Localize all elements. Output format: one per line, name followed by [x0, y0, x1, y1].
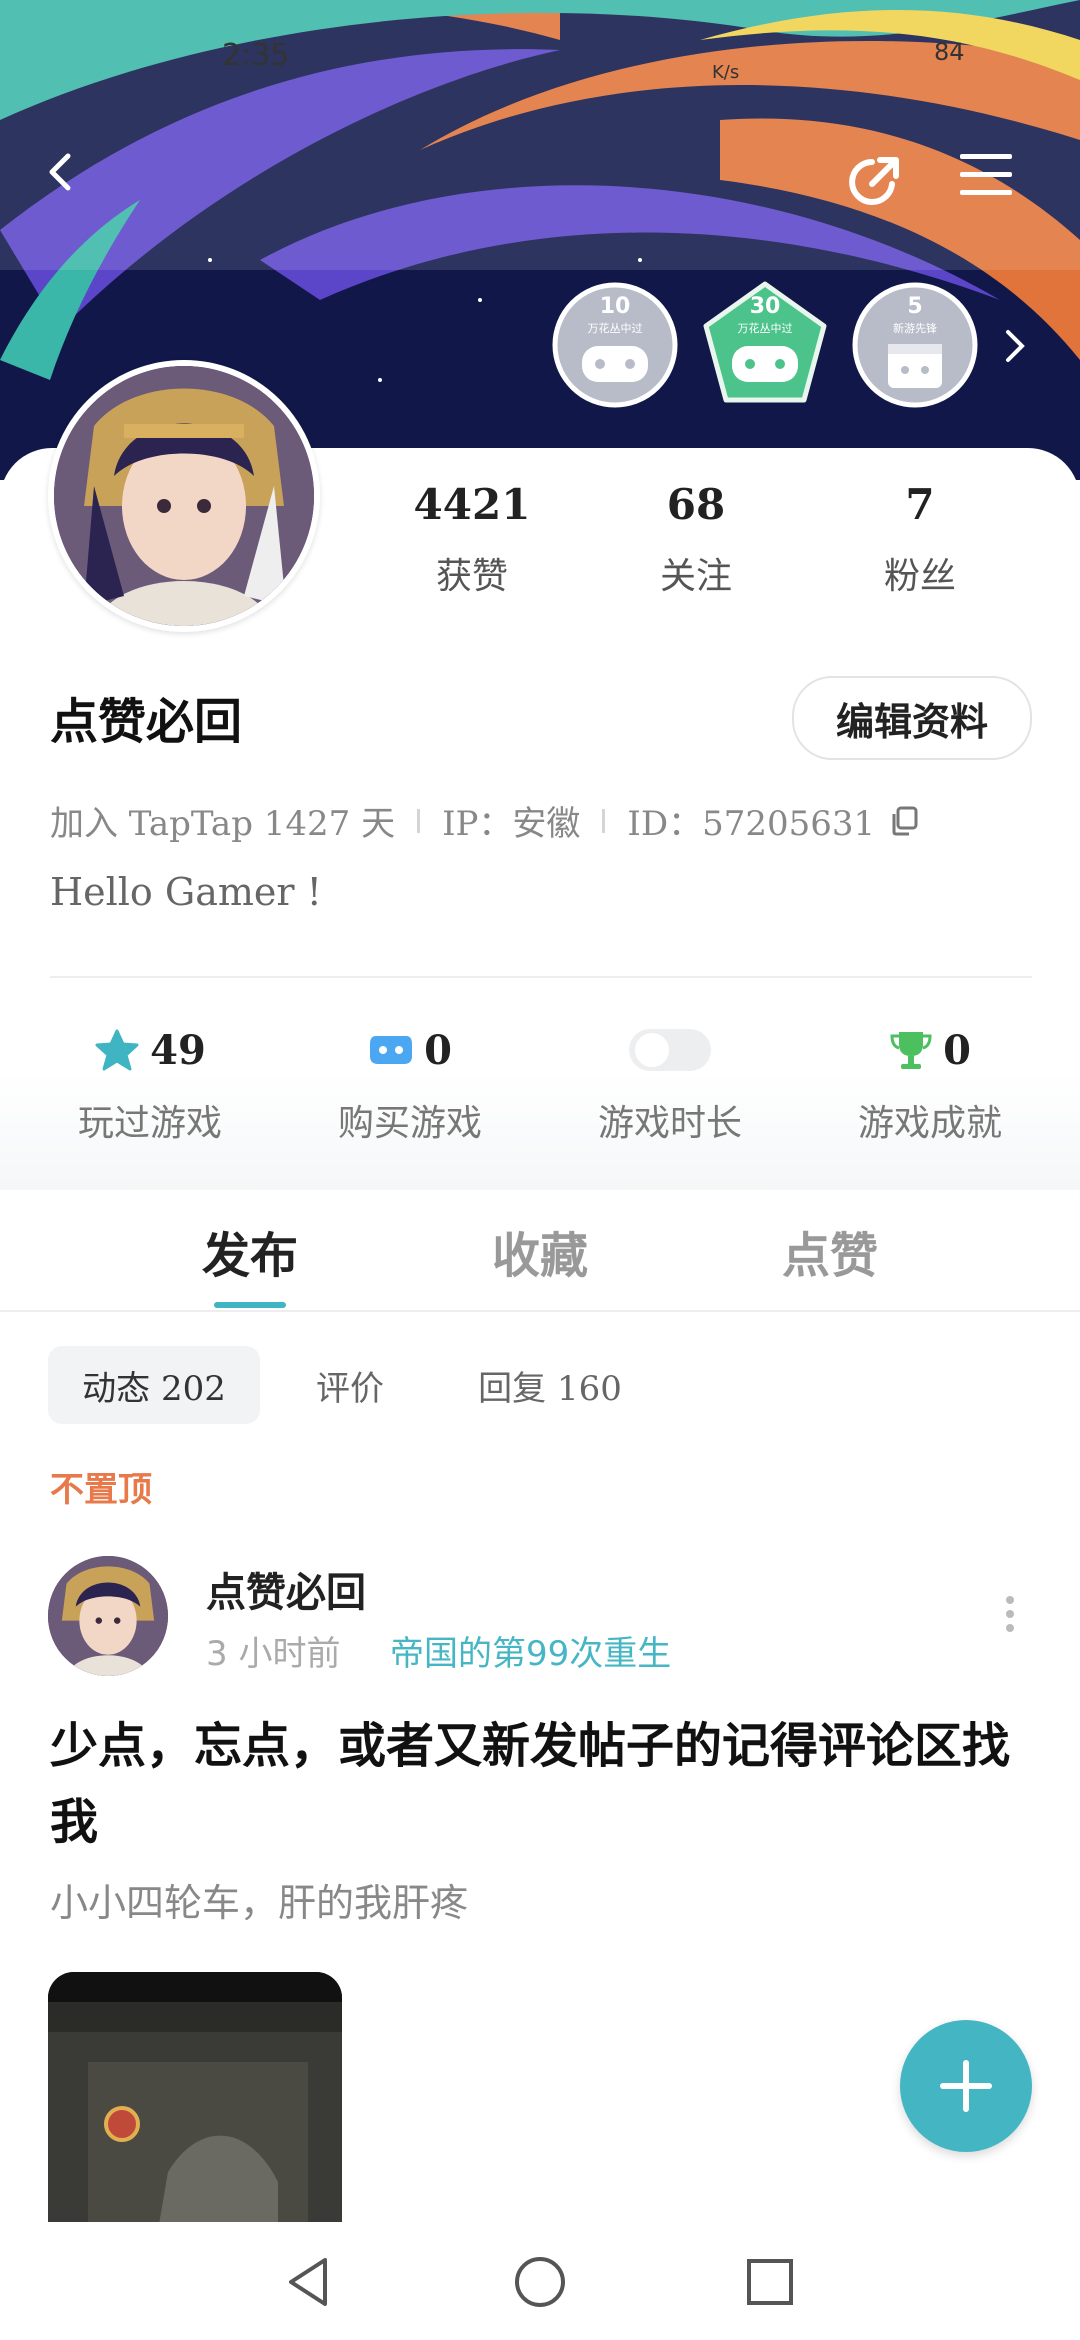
divider: [50, 976, 1032, 978]
badge-number: 10: [599, 294, 631, 319]
stat-value: 68: [666, 480, 726, 529]
badge-caption: 新游先锋: [893, 322, 937, 335]
post-author-name[interactable]: 点赞必回: [206, 1560, 366, 1618]
toggle-switch[interactable]: [627, 1025, 713, 1075]
status-time: 2:35: [222, 38, 290, 73]
nav-back-button[interactable]: [268, 2242, 348, 2322]
post-title[interactable]: 少点，忘点，或者又新发帖子的记得评论区找我: [50, 1708, 1030, 1860]
copy-icon: [892, 806, 918, 835]
achievement-badge-3[interactable]: 5 新游先锋: [850, 280, 980, 410]
nav-recents-button[interactable]: [730, 2242, 810, 2322]
badge-number: 30: [749, 294, 781, 319]
badge-number: 5: [907, 294, 923, 319]
stat-value: 49: [150, 1026, 206, 1074]
status-battery: 84: [934, 38, 965, 66]
games-bought-stat[interactable]: 0 购买游戏: [290, 1020, 530, 1146]
stat-following[interactable]: 68 关注: [596, 480, 796, 599]
stat-label: 粉丝: [883, 556, 956, 597]
tab-publish[interactable]: 发布: [140, 1216, 360, 1286]
badge-caption: 万花丛中过: [587, 322, 643, 335]
triangle-back-icon: [289, 2258, 327, 2306]
tab-likes[interactable]: 点赞: [720, 1216, 940, 1286]
post-image-thumbnail[interactable]: [48, 1972, 342, 2230]
divider: [0, 1310, 1080, 1312]
stat-value: 0: [943, 1026, 971, 1074]
play-time-stat[interactable]: 游戏时长: [550, 1020, 790, 1146]
chip-moments[interactable]: 动态 202: [48, 1346, 260, 1424]
user-id: ID：57205631: [627, 804, 876, 844]
avatar-portrait-image: [48, 1556, 168, 1676]
stat-followers[interactable]: 7 粉丝: [820, 480, 1020, 599]
stat-label: 购买游戏: [337, 1103, 482, 1144]
gamepad-icon: [370, 1036, 413, 1064]
meta-divider: [602, 808, 606, 833]
stat-label: 获赞: [435, 556, 508, 597]
achievements-stat[interactable]: 0 游戏成就: [810, 1020, 1050, 1146]
circle-home-icon: [515, 2257, 565, 2307]
stat-label: 玩过游戏: [77, 1103, 222, 1144]
active-tab-indicator: [214, 1302, 286, 1308]
chip-reviews[interactable]: 评价: [290, 1346, 410, 1424]
stat-value: 7: [905, 480, 935, 529]
join-days: 加入 TapTap 1427 天: [50, 804, 396, 844]
share-button[interactable]: [842, 150, 922, 230]
more-vertical-icon: [1006, 1596, 1014, 1632]
post-author-avatar[interactable]: [48, 1556, 168, 1676]
post-group-link[interactable]: 帝国的第99次重生: [390, 1626, 671, 1675]
screenshot-thumbnail-image: [48, 1972, 342, 2230]
post-timestamp: 3 小时前: [206, 1634, 341, 1674]
status-net-speed: K/s: [712, 62, 740, 83]
stat-label: 游戏时长: [597, 1103, 742, 1144]
profile-username: 点赞必回: [50, 694, 243, 750]
chevron-left-icon: [49, 153, 71, 191]
nav-home-button[interactable]: [500, 2242, 580, 2322]
hamburger-menu-icon: [960, 154, 1012, 195]
stat-value: 0: [424, 1026, 452, 1074]
back-button[interactable]: [40, 150, 120, 230]
post-body: 小小四轮车，肝的我肝疼: [50, 1881, 469, 1925]
post-more-button[interactable]: [1000, 1594, 1020, 1634]
avatar-portrait-image: [54, 366, 314, 626]
stat-label: 关注: [659, 556, 732, 597]
user-avatar[interactable]: [48, 360, 320, 632]
chevron-right-icon: [1006, 330, 1025, 362]
trophy-icon: [890, 1032, 932, 1069]
badge-caption: 万花丛中过: [737, 322, 793, 335]
square-recents-icon: [747, 2259, 793, 2305]
pinned-label[interactable]: 不置顶: [50, 1462, 152, 1511]
achievement-badge-2[interactable]: 30 万花丛中过: [700, 280, 830, 410]
tab-favorites[interactable]: 收藏: [430, 1216, 650, 1286]
meta-divider: [417, 808, 421, 833]
ip-location: IP：安徽: [442, 804, 581, 844]
menu-button[interactable]: [956, 150, 1036, 230]
games-played-stat[interactable]: 49 玩过游戏: [30, 1020, 270, 1146]
profile-meta: 加入 TapTap 1427 天 IP：安徽 ID：57205631: [50, 796, 919, 845]
chip-replies[interactable]: 回复 160: [460, 1346, 640, 1424]
stat-likes[interactable]: 4421 获赞: [372, 480, 572, 599]
system-navigation-bar: [0, 2222, 1080, 2340]
share-icon: [849, 157, 899, 205]
stat-value: 4421: [413, 480, 531, 529]
plus-icon: [940, 2060, 992, 2112]
edit-profile-button[interactable]: 编辑资料: [792, 676, 1032, 760]
profile-bio: Hello Gamer !: [50, 870, 322, 914]
create-post-button[interactable]: [900, 2020, 1032, 2152]
star-icon: [95, 1029, 139, 1071]
stat-label: 游戏成就: [857, 1103, 1002, 1144]
copy-id-button[interactable]: [889, 805, 919, 837]
achievement-badge-1[interactable]: 10 万花丛中过: [550, 280, 680, 410]
